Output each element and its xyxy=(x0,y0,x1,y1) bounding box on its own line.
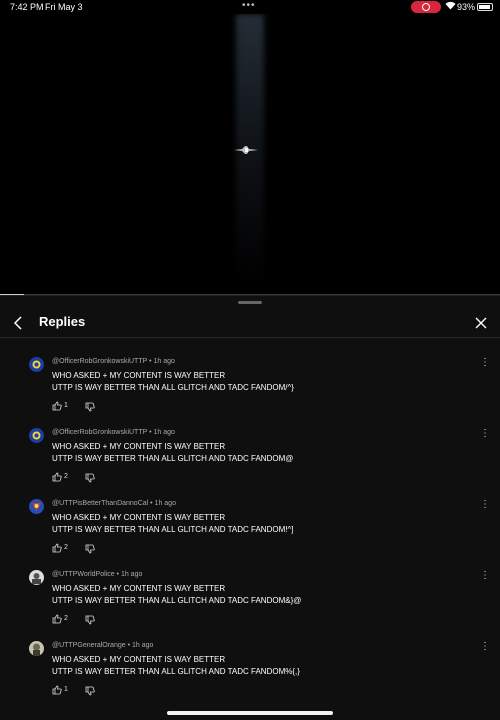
comment-meta: @UTTPGeneralOrange • 1h ago xyxy=(52,642,154,649)
thumbs-up-icon[interactable] xyxy=(52,614,62,624)
battery-icon xyxy=(477,3,493,11)
avatar[interactable] xyxy=(29,357,44,372)
thumbs-up-icon[interactable] xyxy=(52,472,62,482)
comment-age: 1h ago xyxy=(131,642,154,649)
comment-item: @OfficerRobGronkowskiUTTP • 1h ago ⋮ WHO… xyxy=(0,428,500,499)
wifi-icon xyxy=(445,1,456,12)
multitask-dots-icon[interactable]: ••• xyxy=(242,0,256,11)
status-bar: 7:42 PM Fri May 3 ••• 93% xyxy=(0,0,500,14)
status-time: 7:42 PM xyxy=(10,2,44,12)
comment-text-line: UTTP IS WAY BETTER THAN ALL GLITCH AND T… xyxy=(52,383,294,392)
comment-text-line: WHO ASKED + MY CONTENT IS WAY BETTER xyxy=(52,442,226,451)
thumbs-up-icon[interactable] xyxy=(52,401,62,411)
home-indicator[interactable] xyxy=(167,711,333,715)
video-figure xyxy=(234,146,258,154)
comment-text-line: UTTP IS WAY BETTER THAN ALL GLITCH AND T… xyxy=(52,525,294,534)
comment-author[interactable]: @UTTPGeneralOrange xyxy=(52,642,126,649)
comment-text-line: UTTP IS WAY BETTER THAN ALL GLITCH AND T… xyxy=(52,667,300,676)
comment-author[interactable]: @UTTPisBetterThanDannoCal xyxy=(52,500,148,507)
replies-panel: Replies @OfficerRobGronkowskiUTTP • 1h a… xyxy=(0,295,500,720)
thumbs-down-icon[interactable] xyxy=(85,615,95,625)
like-count: 1 xyxy=(64,402,68,409)
close-button[interactable] xyxy=(470,312,492,334)
comment-author[interactable]: @OfficerRobGronkowskiUTTP xyxy=(52,429,147,436)
comment-meta: @UTTPWorldPolice • 1h ago xyxy=(52,571,143,578)
comments-list: @OfficerRobGronkowskiUTTP • 1h ago ⋮ WHO… xyxy=(0,338,500,720)
like-count: 2 xyxy=(64,473,68,480)
screen-recording-icon[interactable] xyxy=(411,1,441,13)
comment-text-line: WHO ASKED + MY CONTENT IS WAY BETTER xyxy=(52,655,226,664)
comment-text-line: UTTP IS WAY BETTER THAN ALL GLITCH AND T… xyxy=(52,454,294,463)
comment-age: 1h ago xyxy=(153,358,175,365)
comment-age: 1h ago xyxy=(153,429,175,436)
more-options-icon[interactable]: ⋮ xyxy=(480,641,490,655)
more-options-icon[interactable]: ⋮ xyxy=(480,499,490,513)
comment-meta: @OfficerRobGronkowskiUTTP • 1h ago xyxy=(52,358,175,365)
battery-percent: 93% xyxy=(457,2,476,12)
drag-handle[interactable] xyxy=(238,301,262,304)
comment-age: 1h ago xyxy=(120,571,143,578)
like-count: 2 xyxy=(64,544,68,551)
close-icon xyxy=(475,317,487,329)
panel-title: Replies xyxy=(39,314,86,329)
back-button[interactable] xyxy=(8,312,28,334)
avatar[interactable] xyxy=(29,641,44,656)
comment-meta: @UTTPisBetterThanDannoCal • 1h ago xyxy=(52,500,176,507)
avatar[interactable] xyxy=(29,499,44,514)
thumbs-up-icon[interactable] xyxy=(52,685,62,695)
comment-item: @UTTPWorldPolice • 1h ago ⋮ WHO ASKED + … xyxy=(0,570,500,641)
like-count: 1 xyxy=(64,686,68,693)
like-count: 2 xyxy=(64,615,68,622)
comment-item: @UTTPGeneralOrange • 1h ago ⋮ WHO ASKED … xyxy=(0,641,500,712)
comment-text-line: WHO ASKED + MY CONTENT IS WAY BETTER xyxy=(52,513,226,522)
avatar[interactable] xyxy=(29,570,44,585)
comment-author[interactable]: @OfficerRobGronkowskiUTTP xyxy=(52,358,147,365)
avatar[interactable] xyxy=(29,428,44,443)
comment-meta: @OfficerRobGronkowskiUTTP • 1h ago xyxy=(52,429,175,436)
thumbs-down-icon[interactable] xyxy=(85,686,95,696)
comment-text-line: WHO ASKED + MY CONTENT IS WAY BETTER xyxy=(52,371,226,380)
more-options-icon[interactable]: ⋮ xyxy=(480,357,490,371)
more-options-icon[interactable]: ⋮ xyxy=(480,428,490,442)
video-player[interactable] xyxy=(0,14,500,295)
comment-author[interactable]: @UTTPWorldPolice xyxy=(52,571,115,578)
thumbs-up-icon[interactable] xyxy=(52,543,62,553)
comment-item: @UTTPisBetterThanDannoCal • 1h ago ⋮ WHO… xyxy=(0,499,500,570)
comment-text-line: WHO ASKED + MY CONTENT IS WAY BETTER xyxy=(52,584,226,593)
status-date: Fri May 3 xyxy=(45,2,83,12)
comment-item: @OfficerRobGronkowskiUTTP • 1h ago ⋮ WHO… xyxy=(0,357,500,428)
thumbs-down-icon[interactable] xyxy=(85,402,95,412)
comment-text-line: UTTP IS WAY BETTER THAN ALL GLITCH AND T… xyxy=(52,596,302,605)
chevron-left-icon xyxy=(13,316,22,330)
more-options-icon[interactable]: ⋮ xyxy=(480,570,490,584)
panel-header: Replies xyxy=(0,310,500,338)
thumbs-down-icon[interactable] xyxy=(85,544,95,554)
thumbs-down-icon[interactable] xyxy=(85,473,95,483)
comment-age: 1h ago xyxy=(154,500,176,507)
